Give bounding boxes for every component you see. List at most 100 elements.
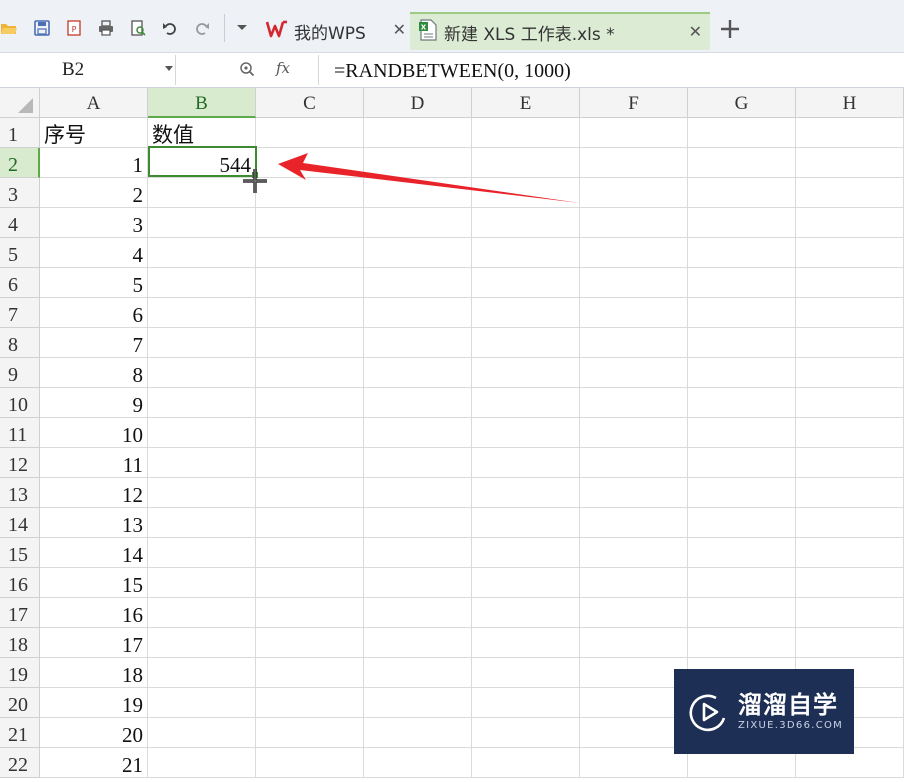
cell-c18[interactable] (256, 628, 364, 658)
cell-d19[interactable] (364, 658, 472, 688)
cell-d3[interactable] (364, 178, 472, 208)
cell-g12[interactable] (688, 448, 796, 478)
cell-c6[interactable] (256, 268, 364, 298)
cell-b11[interactable] (148, 418, 256, 448)
print-icon[interactable] (97, 19, 115, 37)
close-icon[interactable]: ✕ (689, 23, 702, 41)
cell-d5[interactable] (364, 238, 472, 268)
cell-c3[interactable] (256, 178, 364, 208)
row-header-10[interactable]: 10 (0, 388, 40, 418)
cell-c13[interactable] (256, 478, 364, 508)
cell-c20[interactable] (256, 688, 364, 718)
cell-f18[interactable] (580, 628, 688, 658)
cell-e2[interactable] (472, 148, 580, 178)
cell-f7[interactable] (580, 298, 688, 328)
row-header-14[interactable]: 14 (0, 508, 40, 538)
cell-f9[interactable] (580, 358, 688, 388)
cell-h3[interactable] (796, 178, 904, 208)
cell-c17[interactable] (256, 598, 364, 628)
cell-g14[interactable] (688, 508, 796, 538)
cell-g5[interactable] (688, 238, 796, 268)
cell-h16[interactable] (796, 568, 904, 598)
fill-handle[interactable] (252, 172, 258, 178)
cell-f15[interactable] (580, 538, 688, 568)
cell-h9[interactable] (796, 358, 904, 388)
row-header-16[interactable]: 16 (0, 568, 40, 598)
cell-d15[interactable] (364, 538, 472, 568)
cell-g11[interactable] (688, 418, 796, 448)
customize-dropdown-icon[interactable] (233, 19, 251, 37)
cell-f14[interactable] (580, 508, 688, 538)
cell-e18[interactable] (472, 628, 580, 658)
column-header-e[interactable]: E (472, 88, 580, 118)
cell-e9[interactable] (472, 358, 580, 388)
cell-f12[interactable] (580, 448, 688, 478)
cell-f2[interactable] (580, 148, 688, 178)
cell-h10[interactable] (796, 388, 904, 418)
name-box-dropdown-icon[interactable] (165, 66, 173, 71)
zoom-search-icon[interactable] (239, 61, 255, 77)
cell-b15[interactable] (148, 538, 256, 568)
column-header-f[interactable]: F (580, 88, 688, 118)
new-tab-plus-icon[interactable] (718, 17, 742, 41)
cell-h11[interactable] (796, 418, 904, 448)
cell-a19[interactable]: 18 (40, 658, 148, 688)
cell-c1[interactable] (256, 118, 364, 148)
close-icon[interactable]: ✕ (393, 21, 406, 39)
column-header-c[interactable]: C (256, 88, 364, 118)
redo-icon[interactable] (193, 19, 211, 37)
tab-my-wps[interactable]: 我的WPS ✕ (260, 12, 410, 50)
cell-e7[interactable] (472, 298, 580, 328)
cell-g7[interactable] (688, 298, 796, 328)
cell-f11[interactable] (580, 418, 688, 448)
cell-c8[interactable] (256, 328, 364, 358)
row-header-1[interactable]: 1 (0, 118, 40, 148)
cell-b8[interactable] (148, 328, 256, 358)
cell-a12[interactable]: 11 (40, 448, 148, 478)
cell-d16[interactable] (364, 568, 472, 598)
cell-g8[interactable] (688, 328, 796, 358)
cell-e10[interactable] (472, 388, 580, 418)
cell-d2[interactable] (364, 148, 472, 178)
cell-a4[interactable]: 3 (40, 208, 148, 238)
cell-b12[interactable] (148, 448, 256, 478)
cell-d10[interactable] (364, 388, 472, 418)
cell-f6[interactable] (580, 268, 688, 298)
cell-e12[interactable] (472, 448, 580, 478)
row-header-8[interactable]: 8 (0, 328, 40, 358)
cell-h15[interactable] (796, 538, 904, 568)
row-header-13[interactable]: 13 (0, 478, 40, 508)
cell-b16[interactable] (148, 568, 256, 598)
undo-icon[interactable] (161, 19, 179, 37)
cell-a10[interactable]: 9 (40, 388, 148, 418)
cell-d17[interactable] (364, 598, 472, 628)
cell-g15[interactable] (688, 538, 796, 568)
cell-e21[interactable] (472, 718, 580, 748)
cell-b20[interactable] (148, 688, 256, 718)
row-header-7[interactable]: 7 (0, 298, 40, 328)
cell-d20[interactable] (364, 688, 472, 718)
row-header-11[interactable]: 11 (0, 418, 40, 448)
row-header-15[interactable]: 15 (0, 538, 40, 568)
cell-c21[interactable] (256, 718, 364, 748)
column-header-d[interactable]: D (364, 88, 472, 118)
cell-e5[interactable] (472, 238, 580, 268)
row-header-21[interactable]: 21 (0, 718, 40, 748)
cell-f21[interactable] (580, 718, 688, 748)
cell-e6[interactable] (472, 268, 580, 298)
cell-c4[interactable] (256, 208, 364, 238)
cell-b17[interactable] (148, 598, 256, 628)
row-header-4[interactable]: 4 (0, 208, 40, 238)
cell-h8[interactable] (796, 328, 904, 358)
cell-b19[interactable] (148, 658, 256, 688)
cell-c19[interactable] (256, 658, 364, 688)
cell-f17[interactable] (580, 598, 688, 628)
cell-a17[interactable]: 16 (40, 598, 148, 628)
cell-b6[interactable] (148, 268, 256, 298)
print-preview-icon[interactable] (129, 19, 147, 37)
tab-spreadsheet-file[interactable]: X 新建 XLS 工作表.xls * ✕ (410, 12, 710, 50)
name-box[interactable]: B2 (0, 55, 176, 85)
cell-c10[interactable] (256, 388, 364, 418)
cell-b10[interactable] (148, 388, 256, 418)
cell-f20[interactable] (580, 688, 688, 718)
